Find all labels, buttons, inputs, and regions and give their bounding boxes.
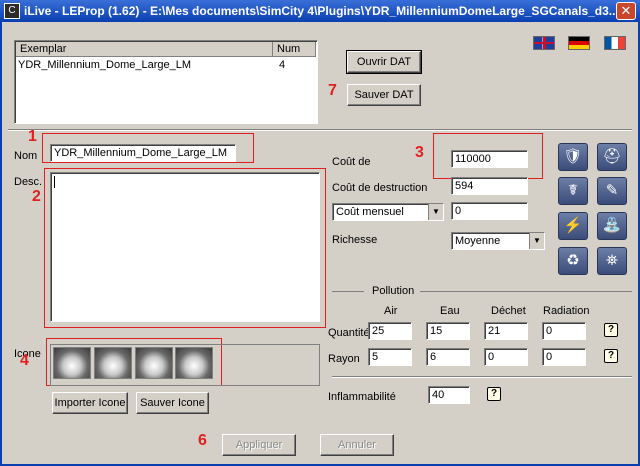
richesse-label: Richesse	[332, 234, 378, 246]
list-row-num[interactable]: 4	[279, 59, 285, 71]
list-header-exemplar[interactable]: Exemplar	[16, 42, 273, 57]
cancel-button[interactable]: Annuler	[320, 434, 394, 456]
air-header: Air	[384, 305, 398, 317]
cout-label: Coût de	[332, 156, 371, 168]
annotation-6: 6	[198, 432, 207, 449]
title-bar: iLive - LEProp (1.62) - E:\Mes documents…	[0, 0, 640, 22]
cout-mensuel-select[interactable]: Coût mensuel ▼	[332, 203, 444, 221]
radiation-header: Radiation	[543, 305, 590, 317]
quantite-air-field[interactable]: 25	[368, 322, 412, 340]
icon-thumbnail-2[interactable]	[94, 347, 132, 379]
quantite-label: Quantité	[328, 327, 370, 339]
pollution-label: Pollution	[372, 285, 415, 297]
inflammabilite-field[interactable]: 40	[428, 386, 470, 404]
garbage-icon[interactable]: ♻	[558, 247, 588, 275]
rayon-air-field[interactable]: 5	[368, 348, 412, 366]
quantite-help-icon[interactable]: ?	[604, 323, 618, 337]
icon-thumbnail-4[interactable]	[175, 347, 213, 379]
health-icon[interactable]: ☤	[558, 177, 588, 205]
fire-icon[interactable]: ⛑	[597, 143, 627, 171]
transport-icon[interactable]: ⛯	[597, 247, 627, 275]
quantite-radiation-field[interactable]: 0	[542, 322, 586, 340]
inflammabilite-label: Inflammabilité	[328, 391, 396, 403]
quantite-eau-field[interactable]: 15	[426, 322, 470, 340]
app-icon[interactable]: C	[4, 3, 20, 19]
save-dat-button[interactable]: Sauver DAT	[347, 84, 421, 106]
power-icon[interactable]: ⚡	[558, 212, 588, 240]
cout-mensuel-select-value: Coût mensuel	[336, 206, 404, 218]
desc-label: Desc.	[14, 176, 43, 188]
apply-button[interactable]: Appliquer	[222, 434, 296, 456]
dechet-header: Déchet	[491, 305, 526, 317]
school-icon[interactable]: ✎	[597, 177, 627, 205]
cout-field[interactable]: 110000	[451, 150, 528, 168]
chevron-down-icon: ▼	[529, 233, 544, 249]
open-dat-button[interactable]: Ouvrir DAT	[346, 50, 422, 74]
description-textarea[interactable]	[50, 172, 320, 322]
flag-uk-icon[interactable]	[533, 36, 555, 50]
inflammability-divider	[332, 376, 632, 378]
police-icon[interactable]: 🛡	[558, 143, 588, 171]
window-title: iLive - LEProp (1.62) - E:\Mes documents…	[24, 4, 619, 18]
annotation-1: 1	[28, 128, 37, 145]
richesse-select[interactable]: Moyenne ▼	[451, 232, 545, 250]
inflammabilite-help-icon[interactable]: ?	[487, 387, 501, 401]
eau-header: Eau	[440, 305, 460, 317]
chevron-down-icon: ▼	[428, 204, 443, 220]
annotation-4: 4	[20, 352, 29, 369]
pollution-divider-right	[420, 291, 632, 292]
water-icon[interactable]: ⛲	[597, 212, 627, 240]
rayon-eau-field[interactable]: 6	[426, 348, 470, 366]
cout-destruction-label: Coût de destruction	[332, 182, 428, 194]
rayon-radiation-field[interactable]: 0	[542, 348, 586, 366]
annotation-3: 3	[415, 144, 424, 161]
icon-thumbnail-1[interactable]	[53, 347, 91, 379]
cout-mensuel-field[interactable]: 0	[451, 202, 528, 220]
annotation-2: 2	[32, 188, 41, 205]
pollution-divider-left	[332, 291, 364, 292]
annotation-7: 7	[328, 82, 337, 99]
flag-france-icon[interactable]	[604, 36, 626, 50]
quantite-dechet-field[interactable]: 21	[484, 322, 528, 340]
import-icon-button[interactable]: Importer Icone	[52, 392, 128, 414]
nom-label: Nom	[14, 150, 38, 162]
flag-germany-icon[interactable]	[568, 36, 590, 50]
divider	[8, 129, 632, 131]
save-icon-button[interactable]: Sauver Icone	[136, 392, 209, 414]
rayon-label: Rayon	[328, 353, 360, 365]
list-header-num[interactable]: Num	[273, 42, 316, 57]
rayon-dechet-field[interactable]: 0	[484, 348, 528, 366]
close-button[interactable]: ✕	[616, 2, 636, 20]
cout-destruction-field[interactable]: 594	[451, 177, 528, 195]
richesse-select-value: Moyenne	[455, 235, 501, 247]
icon-thumbnail-3[interactable]	[135, 347, 173, 379]
nom-field[interactable]: YDR_Millennium_Dome_Large_LM	[50, 144, 236, 162]
rayon-help-icon[interactable]: ?	[604, 349, 618, 363]
list-row-name[interactable]: YDR_Millennium_Dome_Large_LM	[18, 59, 268, 71]
